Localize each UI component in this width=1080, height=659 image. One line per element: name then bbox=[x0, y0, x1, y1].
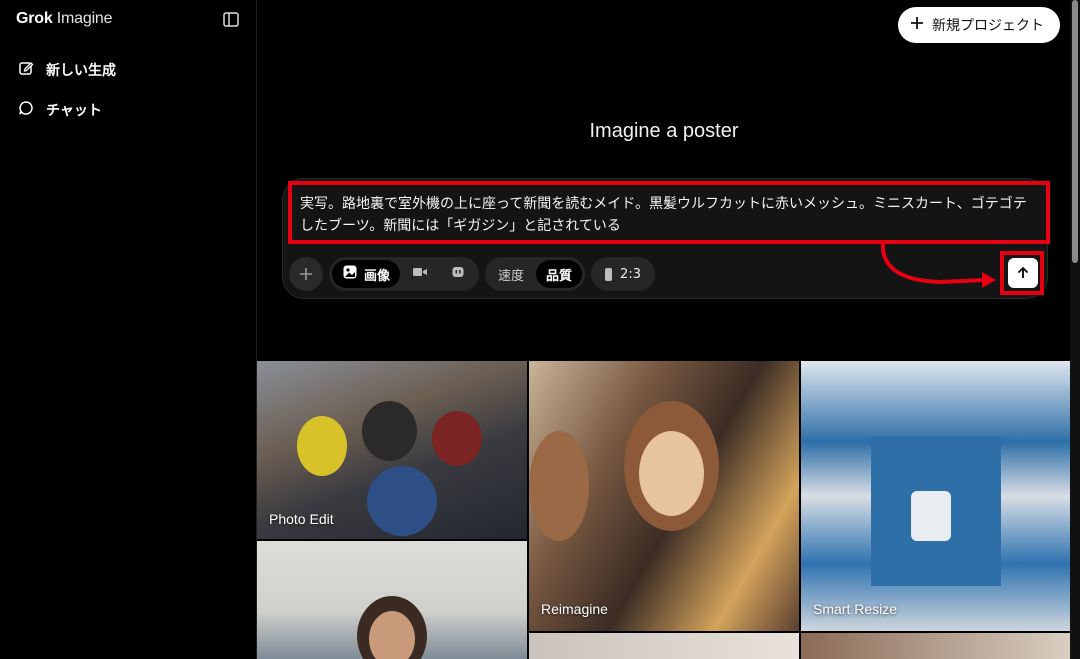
sidebar-item-label: チャット bbox=[46, 103, 102, 119]
submit-button[interactable] bbox=[1008, 258, 1038, 288]
gallery-tile-portrait[interactable] bbox=[257, 541, 527, 659]
robot-icon bbox=[450, 264, 466, 284]
gallery-tile-reimagine[interactable]: Reimagine bbox=[529, 361, 799, 631]
tile-label: Photo Edit bbox=[269, 511, 334, 527]
portrait-ratio-icon bbox=[605, 267, 613, 281]
mode-video-button[interactable] bbox=[402, 260, 438, 288]
aspect-ratio-label: 2:3 bbox=[620, 266, 641, 282]
sidebar-item-new-generation[interactable]: 新しい生成 bbox=[18, 60, 116, 80]
prompt-input[interactable]: 実写。路地裏で室外機の上に座って新聞を読むメイド。黒髪ウルフカットに赤いメッシュ… bbox=[288, 181, 1050, 244]
gallery-tile-smart-resize[interactable]: Smart Resize bbox=[801, 361, 1071, 631]
sidebar-toggle-icon[interactable] bbox=[223, 12, 241, 28]
mode-image-label: 画像 bbox=[364, 268, 391, 284]
gallery-tile-6[interactable] bbox=[801, 633, 1071, 659]
mode-selector: 画像 bbox=[329, 257, 480, 291]
edit-icon bbox=[18, 60, 34, 80]
logo-grok: Grok bbox=[16, 10, 53, 27]
sidebar: Grok Imagine 新しい生成 チャット bbox=[0, 0, 257, 659]
chat-bubble-icon bbox=[18, 100, 34, 120]
plus-icon bbox=[910, 16, 924, 34]
new-project-label: 新規プロジェクト bbox=[932, 18, 1044, 34]
speed-quality-selector: 速度 品質 bbox=[485, 257, 586, 291]
template-gallery: Photo Edit Reimagine Smart Resize bbox=[257, 361, 1071, 659]
composer-toolbar: 画像 速度 品質 2:3 bbox=[289, 256, 655, 292]
mode-agent-button[interactable] bbox=[440, 260, 476, 288]
page-title: Imagine a poster bbox=[589, 120, 739, 142]
mode-image-button[interactable]: 画像 bbox=[332, 260, 401, 288]
gallery-tile-photo-edit[interactable]: Photo Edit bbox=[257, 361, 527, 539]
tile-label: Reimagine bbox=[541, 601, 608, 617]
logo-imagine: Imagine bbox=[56, 10, 113, 27]
app-logo[interactable]: Grok Imagine bbox=[16, 10, 113, 28]
image-icon bbox=[342, 264, 358, 284]
quality-option[interactable]: 品質 bbox=[536, 260, 583, 288]
sidebar-item-label: 新しい生成 bbox=[46, 63, 116, 79]
new-project-button[interactable]: 新規プロジェクト bbox=[898, 7, 1060, 43]
scrollbar-thumb[interactable] bbox=[1072, 0, 1078, 263]
gallery-tile-5[interactable] bbox=[529, 633, 799, 659]
annotation-arrow bbox=[880, 241, 996, 288]
tile-label: Smart Resize bbox=[813, 601, 898, 617]
arrow-up-icon bbox=[1017, 266, 1029, 278]
plus-icon bbox=[300, 268, 312, 280]
sidebar-item-chat[interactable]: チャット bbox=[18, 100, 102, 120]
aspect-ratio-button[interactable]: 2:3 bbox=[591, 257, 655, 291]
attach-button[interactable] bbox=[289, 257, 323, 291]
speed-option[interactable]: 速度 bbox=[488, 260, 534, 288]
video-icon bbox=[412, 264, 428, 284]
